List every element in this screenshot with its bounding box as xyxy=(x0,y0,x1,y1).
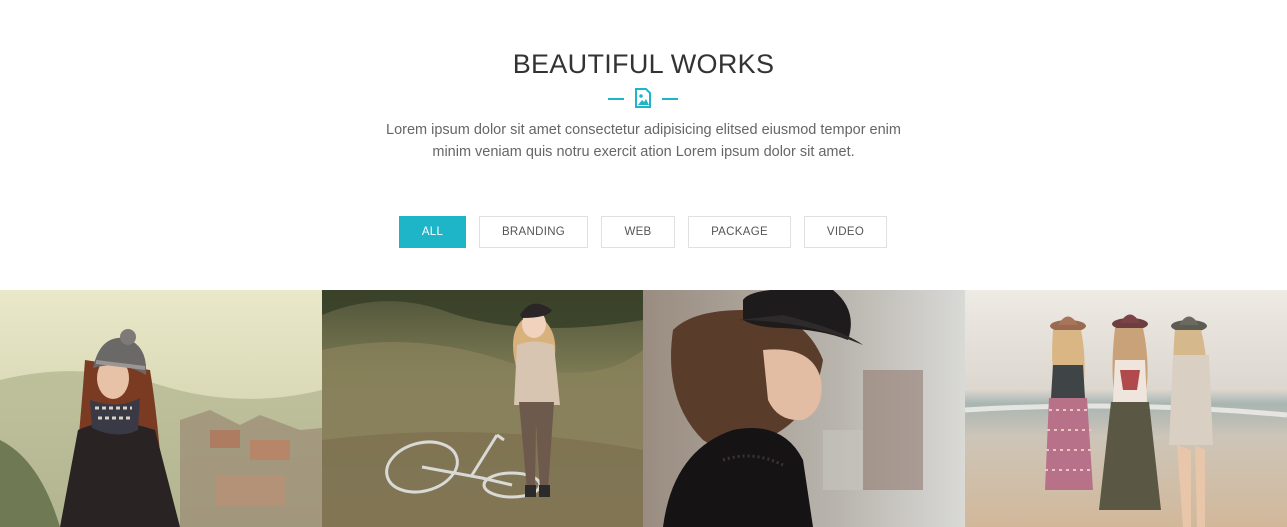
portfolio-filter-bar: ALL BRANDING WEB PACKAGE VIDEO xyxy=(0,216,1287,248)
portfolio-photo-girl-bicycle-field[interactable] xyxy=(322,290,643,527)
filter-branding-button[interactable]: BRANDING xyxy=(479,216,588,248)
portfolio-photo-three-girls-beach[interactable] xyxy=(965,290,1287,527)
description-line-2: minim veniam quis notru exercit ation Lo… xyxy=(432,144,855,160)
portfolio-photo-girl-knit-hat[interactable] xyxy=(0,290,322,527)
filter-video-button[interactable]: VIDEO xyxy=(804,216,887,248)
divider-line-left xyxy=(608,98,624,100)
description-line-1: Lorem ipsum dolor sit amet consectetur a… xyxy=(386,122,901,138)
portfolio-gallery xyxy=(0,290,1287,527)
filter-package-button[interactable]: PACKAGE xyxy=(688,216,791,248)
section-title: BEAUTIFUL WORKS xyxy=(512,49,775,79)
image-icon xyxy=(634,88,652,108)
filter-all-button[interactable]: ALL xyxy=(399,216,466,248)
divider-line-right xyxy=(662,98,678,100)
title-divider xyxy=(0,88,1287,110)
section-description: Lorem ipsum dolor sit amet consectetur a… xyxy=(360,119,927,163)
portfolio-photo-girl-black-hat[interactable] xyxy=(643,290,965,527)
filter-web-button[interactable]: WEB xyxy=(601,216,675,248)
